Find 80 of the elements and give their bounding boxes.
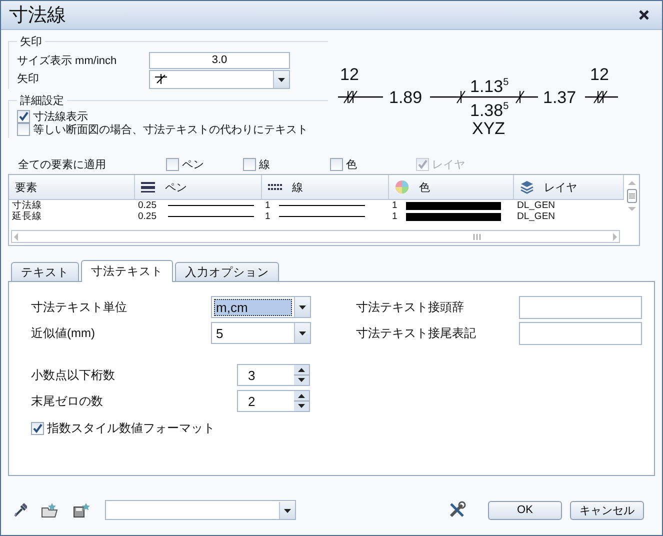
dropdown-field[interactable]: m,cm bbox=[211, 296, 311, 318]
checkbox-label: ペン bbox=[182, 158, 204, 172]
text-field[interactable] bbox=[519, 322, 642, 344]
scroll-right-icon[interactable] bbox=[611, 232, 619, 242]
tools-icon[interactable] bbox=[448, 501, 466, 519]
checkbox-label: 指数スタイル数値フォーマット bbox=[47, 420, 215, 437]
tab[interactable]: 寸法テキスト bbox=[81, 260, 173, 282]
tab[interactable]: 入力オプション bbox=[175, 262, 279, 281]
scroll-left-icon[interactable] bbox=[12, 232, 20, 242]
field-label: 寸法テキスト接尾表記 bbox=[356, 324, 477, 342]
checkbox[interactable] bbox=[243, 158, 256, 170]
spinner-field[interactable]: 2 bbox=[237, 390, 310, 412]
dimension-text: 12 bbox=[590, 66, 609, 83]
pen-width-icon bbox=[141, 180, 155, 194]
dropdown-field[interactable]: 5 bbox=[211, 322, 311, 344]
size-field[interactable]: 3.0 bbox=[149, 52, 290, 68]
dimension-text: XYZ bbox=[472, 120, 506, 137]
checkbox[interactable] bbox=[166, 158, 179, 170]
text-field[interactable] bbox=[519, 296, 642, 318]
check-icon bbox=[18, 111, 29, 122]
checkbox[interactable] bbox=[330, 158, 343, 170]
table-cell-text: 0.25 bbox=[138, 200, 158, 211]
table-cell-text: 1 bbox=[392, 211, 398, 222]
table-cell: 延長線 bbox=[12, 211, 42, 222]
disk-star-icon[interactable] bbox=[73, 502, 91, 518]
folder-star-icon[interactable] bbox=[41, 502, 59, 518]
column-header[interactable]: 要素 bbox=[9, 175, 135, 199]
grip-icon bbox=[472, 234, 480, 240]
table-cell-text: 1 bbox=[392, 200, 398, 211]
table-cell: DL_GEN bbox=[517, 200, 556, 211]
dimension-text: 1.13$^{5}$ bbox=[470, 78, 509, 95]
dimension-text: 1.89 bbox=[389, 89, 422, 106]
tick-mark-icon bbox=[154, 72, 168, 86]
column-header[interactable]: 線 bbox=[262, 175, 389, 199]
layers-icon bbox=[520, 180, 534, 194]
spinner-arrows-icon[interactable] bbox=[294, 365, 309, 385]
checkbox[interactable] bbox=[17, 123, 30, 136]
scroll-up-icon[interactable] bbox=[626, 179, 636, 187]
window-title: 寸法線 bbox=[9, 4, 66, 28]
table-cell-text: 1 bbox=[265, 200, 272, 211]
spinner-field[interactable]: 3 bbox=[237, 364, 310, 386]
checkbox[interactable] bbox=[31, 422, 44, 435]
group-title: 詳細設定 bbox=[19, 94, 65, 108]
field-label: 末尾ゼロの数 bbox=[31, 392, 104, 410]
checkbox-label: レイヤ bbox=[432, 158, 465, 172]
grip-icon bbox=[628, 193, 634, 199]
dimension-text: 1.38$^{5}$ bbox=[470, 102, 509, 119]
tab[interactable]: テキスト bbox=[11, 262, 79, 281]
checkbox[interactable] bbox=[17, 110, 30, 123]
column-header[interactable]: レイヤ bbox=[514, 175, 624, 199]
eyedropper-icon[interactable] bbox=[13, 502, 27, 518]
checkbox-label: 寸法線表示 bbox=[33, 110, 88, 124]
field-label: 近似値(mm) bbox=[31, 324, 96, 342]
dialog-button[interactable]: キャンセル bbox=[570, 500, 644, 520]
apply-all-label: 全ての要素に適用 bbox=[18, 158, 107, 172]
scroll-down-icon[interactable] bbox=[626, 205, 636, 213]
table-cell: 寸法線 bbox=[12, 200, 42, 211]
table-cell-text: 0.25 bbox=[138, 211, 158, 222]
field-label: 小数点以下桁数 bbox=[31, 366, 116, 384]
checkbox-label: 線 bbox=[259, 158, 270, 172]
field-label: 矢印 bbox=[17, 72, 40, 86]
checkbox-label: 色 bbox=[346, 158, 357, 172]
column-header[interactable]: ペン bbox=[135, 175, 262, 199]
close-icon[interactable] bbox=[638, 9, 650, 21]
field-label: 寸法テキスト単位 bbox=[31, 298, 128, 316]
field-label: 寸法テキスト接頭辞 bbox=[356, 298, 465, 316]
dimension-text: 1.37 bbox=[543, 89, 576, 106]
dialog-button[interactable]: OK bbox=[488, 500, 562, 520]
spinner-arrows-icon[interactable] bbox=[294, 391, 309, 411]
field-label: サイズ表示 mm/inch bbox=[17, 54, 118, 68]
color-wheel-icon bbox=[395, 180, 409, 194]
table-cell: DL_GEN bbox=[517, 211, 556, 222]
check-icon bbox=[32, 423, 43, 434]
horizontal-scrollbar[interactable] bbox=[11, 230, 620, 243]
column-header[interactable]: 色 bbox=[389, 175, 514, 199]
table-cell-text: 1 bbox=[265, 211, 272, 222]
check-icon bbox=[417, 158, 428, 170]
dimension-text: 12 bbox=[340, 66, 359, 83]
group-title: 矢印 bbox=[19, 35, 43, 49]
checkbox-label: 等しい断面図の場合、寸法テキストの代わりにテキスト bbox=[33, 123, 308, 137]
